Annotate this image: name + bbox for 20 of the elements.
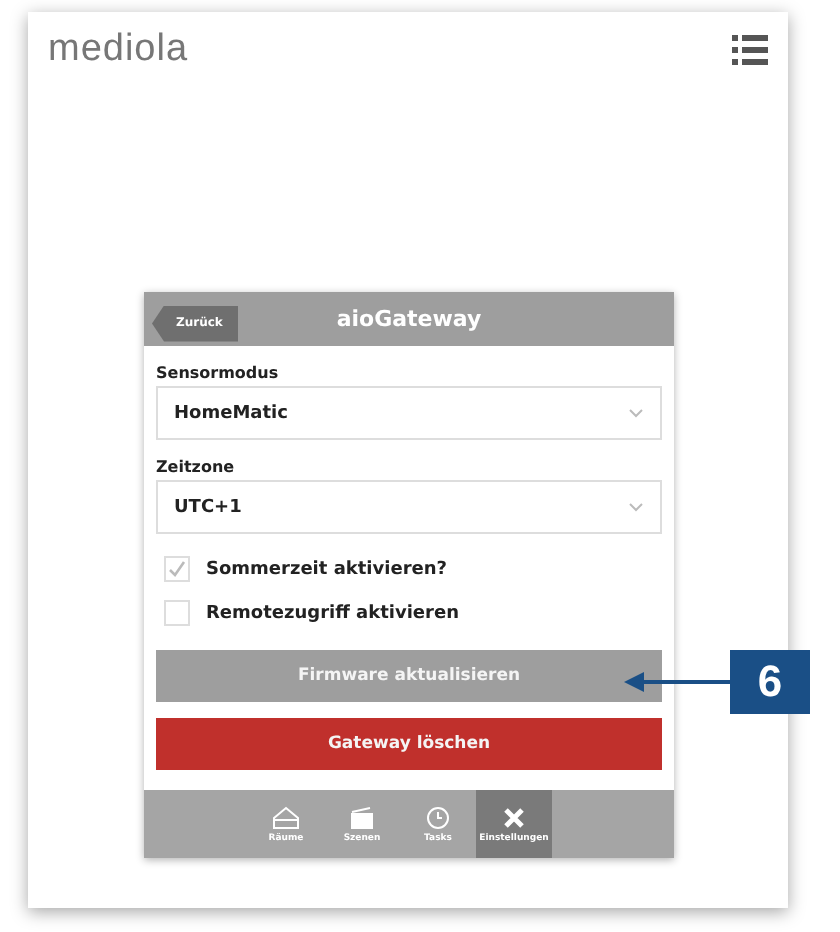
checkbox[interactable] (164, 600, 190, 626)
chevron-icon (628, 502, 644, 512)
firmware-button[interactable]: Firmware aktualisieren (156, 650, 662, 702)
checkbox-label: Remotezugriff aktivieren (206, 603, 459, 623)
checkbox[interactable] (164, 556, 190, 582)
menu-icon[interactable] (732, 34, 768, 66)
delete-button[interactable]: Gateway löschen (156, 718, 662, 770)
chevron-icon (628, 408, 644, 418)
clock-icon (424, 805, 452, 829)
dropdown[interactable]: UTC+1 (156, 480, 662, 534)
dropdown[interactable]: HomeMatic (156, 386, 662, 440)
callout-number: 6 (730, 650, 810, 714)
clapperboard-icon (348, 805, 376, 829)
logo: mediola (48, 28, 189, 72)
field-label: Sensormodus (156, 364, 281, 382)
field-label: Zeitzone (156, 458, 237, 476)
callout-arrow (624, 672, 732, 692)
dialog-title: aioGateway (336, 306, 482, 332)
checkbox-label: Sommerzeit aktivieren? (206, 559, 447, 579)
house-icon (272, 805, 300, 829)
